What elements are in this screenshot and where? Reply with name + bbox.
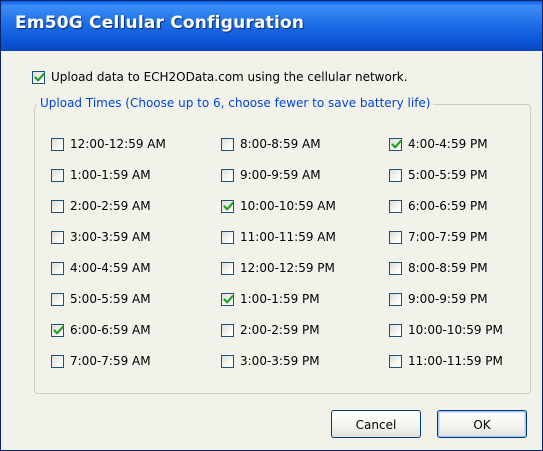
checkmark-icon: [53, 326, 64, 335]
slot-label: 5:00-5:59 AM: [70, 292, 151, 306]
slot-checkbox[interactable]: [51, 355, 64, 368]
slot-checkbox[interactable]: [389, 355, 402, 368]
slot-checkbox[interactable]: [51, 262, 64, 275]
slot-label: 4:00-4:59 PM: [408, 137, 488, 151]
upload-times-legend: Upload Times (Choose up to 6, choose few…: [37, 96, 434, 110]
slot-checkbox[interactable]: [389, 231, 402, 244]
slot-label: 7:00-7:59 AM: [70, 354, 151, 368]
checkmark-icon: [223, 202, 234, 211]
slot-label: 12:00-12:59 PM: [240, 261, 335, 275]
slot-label: 11:00-11:59 PM: [408, 354, 503, 368]
checkmark-icon: [34, 73, 45, 82]
slot-label: 3:00-3:59 AM: [70, 230, 151, 244]
slot-label: 12:00-12:59 AM: [70, 137, 166, 151]
slot-checkbox[interactable]: [221, 138, 234, 151]
slot-label: 10:00-10:59 PM: [408, 323, 503, 337]
slot-checkbox[interactable]: [221, 262, 234, 275]
slot-label: 1:00-1:59 AM: [70, 168, 151, 182]
slot-checkbox[interactable]: [389, 262, 402, 275]
slot-checkbox[interactable]: [389, 324, 402, 337]
slot-checkbox[interactable]: [51, 138, 64, 151]
slot-label: 6:00-6:59 AM: [70, 323, 151, 337]
slot-checkbox[interactable]: [221, 169, 234, 182]
slot-checkbox[interactable]: [51, 293, 64, 306]
slot-checkbox[interactable]: [389, 138, 402, 151]
upload-checkbox[interactable]: [32, 71, 45, 84]
slot-label: 8:00-8:59 AM: [240, 137, 321, 151]
dialog-window: Em50G Cellular Configuration Upload data…: [0, 0, 543, 451]
slot-label: 9:00-9:59 AM: [240, 168, 321, 182]
slot-checkbox[interactable]: [389, 200, 402, 213]
slot-label: 5:00-5:59 PM: [408, 168, 488, 182]
slot-label: 10:00-10:59 AM: [240, 199, 336, 213]
slot-label: 9:00-9:59 PM: [408, 292, 488, 306]
dialog-body: Upload data to ECH2OData.com using the c…: [1, 51, 542, 450]
slot-checkbox[interactable]: [389, 169, 402, 182]
slot-checkbox[interactable]: [221, 293, 234, 306]
slot-label: 7:00-7:59 PM: [408, 230, 488, 244]
slot-checkbox[interactable]: [221, 200, 234, 213]
slot-checkbox[interactable]: [51, 169, 64, 182]
ok-button[interactable]: OK: [437, 410, 527, 438]
slot-label: 3:00-3:59 PM: [240, 354, 320, 368]
slot-checkbox[interactable]: [51, 324, 64, 337]
slot-checkbox[interactable]: [389, 293, 402, 306]
slot-checkbox[interactable]: [51, 200, 64, 213]
cancel-button[interactable]: Cancel: [331, 410, 421, 438]
slot-checkbox[interactable]: [221, 324, 234, 337]
slot-checkbox[interactable]: [221, 355, 234, 368]
slot-label: 2:00-2:59 AM: [70, 199, 151, 213]
slot-label: 11:00-11:59 AM: [240, 230, 336, 244]
checkmark-icon: [391, 140, 402, 149]
slot-label: 8:00-8:59 PM: [408, 261, 488, 275]
slot-label: 1:00-1:59 PM: [240, 292, 320, 306]
slot-label: 6:00-6:59 PM: [408, 199, 488, 213]
slot-checkbox[interactable]: [51, 231, 64, 244]
slot-label: 2:00-2:59 PM: [240, 323, 320, 337]
window-title: Em50G Cellular Configuration: [15, 13, 305, 33]
upload-checkbox-label[interactable]: Upload data to ECH2OData.com using the c…: [51, 70, 408, 84]
title-bar[interactable]: Em50G Cellular Configuration: [1, 1, 542, 51]
slot-checkbox[interactable]: [221, 231, 234, 244]
checkmark-icon: [223, 295, 234, 304]
slot-label: 4:00-4:59 AM: [70, 261, 151, 275]
